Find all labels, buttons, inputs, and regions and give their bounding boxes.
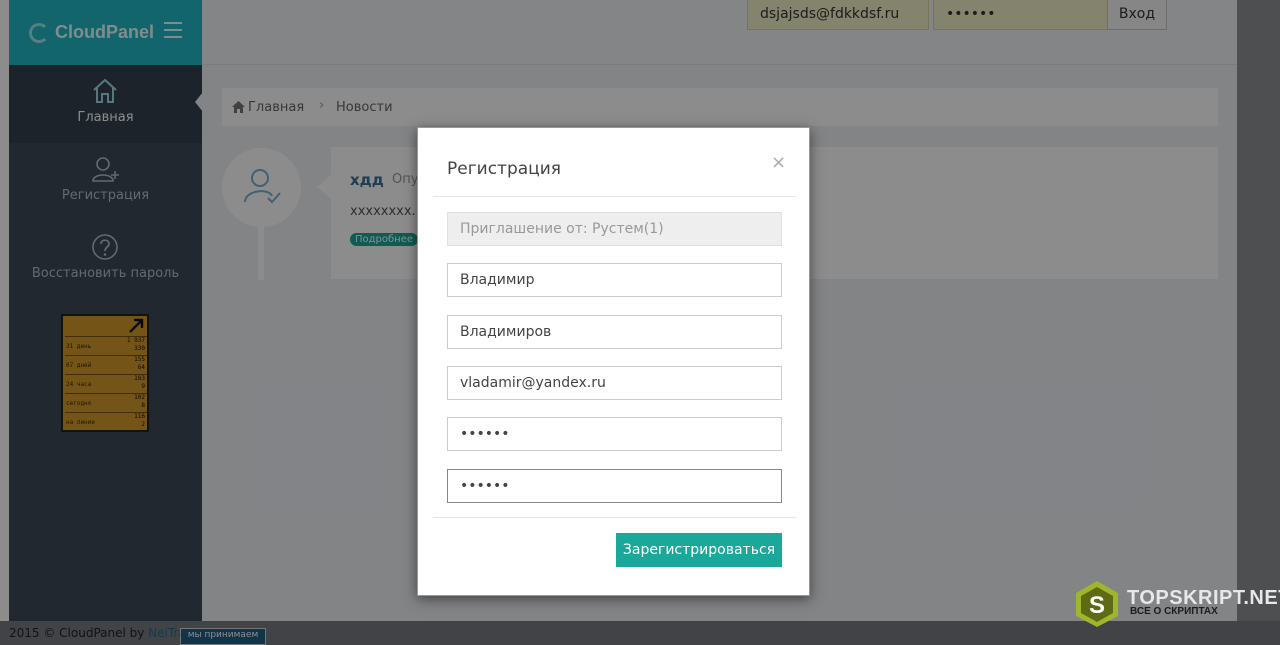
register-button[interactable]: Зарегистрироваться [616,533,782,567]
watermark-logo-letter: S [1089,592,1105,619]
modal-divider [433,196,796,197]
last-name-field[interactable] [447,315,782,349]
password-confirm-field[interactable] [447,469,782,503]
modal-divider [433,517,796,518]
invite-field [447,212,782,246]
password-field[interactable] [447,417,782,451]
modal-title: Регистрация [447,159,561,179]
close-icon[interactable]: × [771,152,786,173]
first-name-field[interactable] [447,263,782,297]
registration-modal: Регистрация × Зарегистрироваться [417,127,810,596]
email-field[interactable] [447,366,782,400]
topskript-logo-icon: S [1076,581,1118,627]
watermark-subtitle: ВСЕ О СКРИПТАХ [1130,606,1218,617]
